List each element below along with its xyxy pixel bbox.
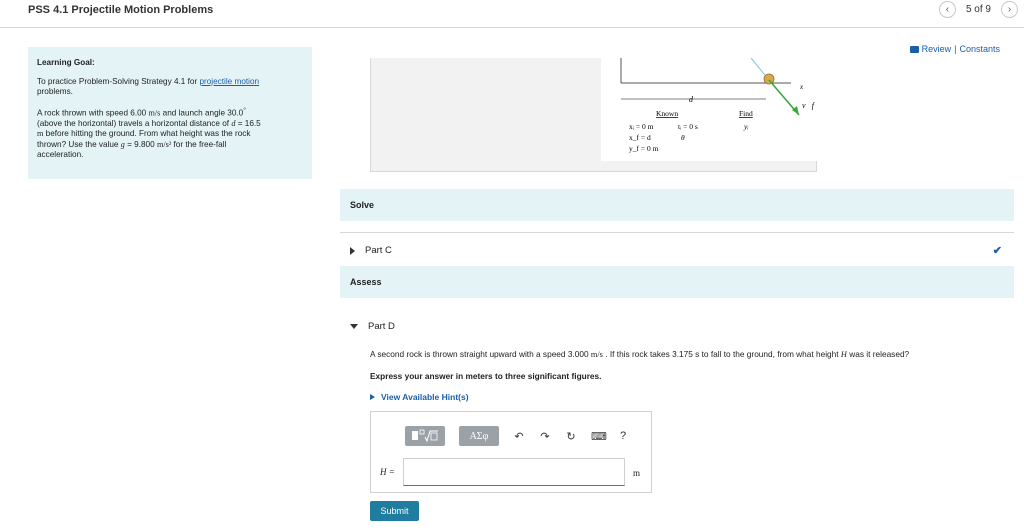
p2-val: = 16.5 <box>235 118 261 128</box>
intro-suffix: problems. <box>37 87 73 96</box>
d-label: d <box>689 95 694 104</box>
pager: ‹ 5 of 9 › <box>938 1 1018 18</box>
problem-statement: A rock thrown with speed 6.00 m/s and la… <box>37 106 303 161</box>
chevron-left-icon[interactable]: ‹ <box>938 1 956 18</box>
help-icon[interactable]: ? <box>617 430 629 442</box>
figure-panel: v⃗f x d Known Find xᵢ = 0 m tᵢ = 0 s yᵢ … <box>601 57 831 161</box>
known-2: tᵢ = 0 s <box>678 122 698 131</box>
header-bar: PSS 4.1 Projectile Motion Problems ‹ 5 o… <box>0 0 1024 28</box>
part-d-row[interactable]: Part D <box>340 308 1014 344</box>
p4-unit: m/s² <box>156 139 172 149</box>
p1-unit: m/s <box>148 108 161 118</box>
answer-instruction: Express your answer in meters to three s… <box>370 371 602 381</box>
checkmark-icon: ✔ <box>992 245 1002 257</box>
find-label: Find <box>739 109 753 118</box>
projectile-motion-link[interactable]: projectile motion <box>199 77 259 86</box>
pager-text: 5 of 9 <box>965 4 991 15</box>
review-constants: Review | Constants <box>909 44 1000 54</box>
intro-text: To practice Problem-Solving Strategy 4.1… <box>37 76 200 86</box>
answer-input[interactable] <box>403 458 625 486</box>
math-toolbar: ΑΣφ ↶ ↷ ↻ ⌨ ? <box>405 426 629 446</box>
part-d-label: Part D <box>368 320 395 332</box>
degree-sign: ° <box>243 106 246 114</box>
part-d-question: A second rock is thrown straight upward … <box>370 349 909 359</box>
known-label: Known <box>656 109 678 118</box>
expand-down-icon <box>350 323 358 329</box>
p2: (above the horizontal) travels a horizon… <box>37 118 230 128</box>
p4b: for the free-fall <box>171 139 227 149</box>
view-hints-link[interactable]: View Available Hint(s) <box>370 392 469 402</box>
answer-label: H = <box>380 467 395 477</box>
solve-heading: Solve <box>340 189 1014 221</box>
velocity-label: v⃗f <box>802 101 816 110</box>
projectile-diagram: v⃗f x d Known Find xᵢ = 0 m tᵢ = 0 s yᵢ … <box>620 57 816 153</box>
link-separator: | <box>954 44 957 54</box>
undo-icon[interactable]: ↶ <box>513 430 525 443</box>
known-3: x_f = d <box>629 133 651 142</box>
expand-hints-icon <box>370 394 375 400</box>
p4: thrown? Use the value <box>37 139 119 149</box>
submit-button[interactable]: Submit <box>370 501 419 521</box>
sqrt-template-icon <box>412 429 438 443</box>
known-5: y_f = 0 m <box>629 144 659 153</box>
answer-unit: m <box>633 468 641 478</box>
redo-icon[interactable]: ↷ <box>539 430 551 443</box>
known-4: θ <box>681 133 685 142</box>
learning-goal-intro: To practice Problem-Solving Strategy 4.1… <box>37 77 303 98</box>
x-axis-label: x <box>799 83 804 91</box>
find-1: yᵢ <box>743 122 749 131</box>
p1b: and launch angle 30.0 <box>160 108 244 118</box>
projectile-figure: v⃗f x d Known Find xᵢ = 0 m tᵢ = 0 s yᵢ … <box>370 57 831 172</box>
p4-val: = 9.800 <box>124 139 155 149</box>
reset-icon[interactable]: ↻ <box>565 430 577 443</box>
templates-button[interactable] <box>405 426 445 446</box>
constants-link[interactable]: Constants <box>959 44 1000 54</box>
keyboard-icon[interactable]: ⌨ <box>591 430 607 443</box>
question-text-b: . If this rock takes 3.175 s to fall to … <box>605 349 839 359</box>
learning-goal-panel: Learning Goal: To practice Problem-Solvi… <box>28 47 312 179</box>
rock-ball <box>763 73 775 85</box>
learning-goal-heading: Learning Goal: <box>37 58 95 67</box>
known-1: xᵢ = 0 m <box>629 122 654 131</box>
p3: before hitting the ground. From what hei… <box>43 129 251 139</box>
p5: acceleration. <box>37 150 84 160</box>
question-var-h: H <box>840 350 847 359</box>
p1: A rock thrown with speed 6.00 <box>37 108 147 118</box>
question-unit: m/s <box>590 350 603 359</box>
part-c-row[interactable]: Part C ✔ <box>340 232 1014 268</box>
part-c-label: Part C <box>365 245 392 256</box>
assess-heading: Assess <box>340 266 1014 298</box>
hints-label: View Available Hint(s) <box>381 392 469 402</box>
chevron-right-icon[interactable]: › <box>1001 1 1018 18</box>
question-text-a: A second rock is thrown straight upward … <box>370 349 589 359</box>
book-icon <box>909 45 919 53</box>
expand-right-icon <box>350 246 355 255</box>
review-link[interactable]: Review <box>922 44 952 54</box>
answer-box: ΑΣφ ↶ ↷ ↻ ⌨ ? H = m <box>370 411 652 493</box>
greek-symbols-button[interactable]: ΑΣφ <box>459 426 499 446</box>
question-text-c: was it released? <box>849 349 910 359</box>
page-title: PSS 4.1 Projectile Motion Problems <box>28 4 214 16</box>
